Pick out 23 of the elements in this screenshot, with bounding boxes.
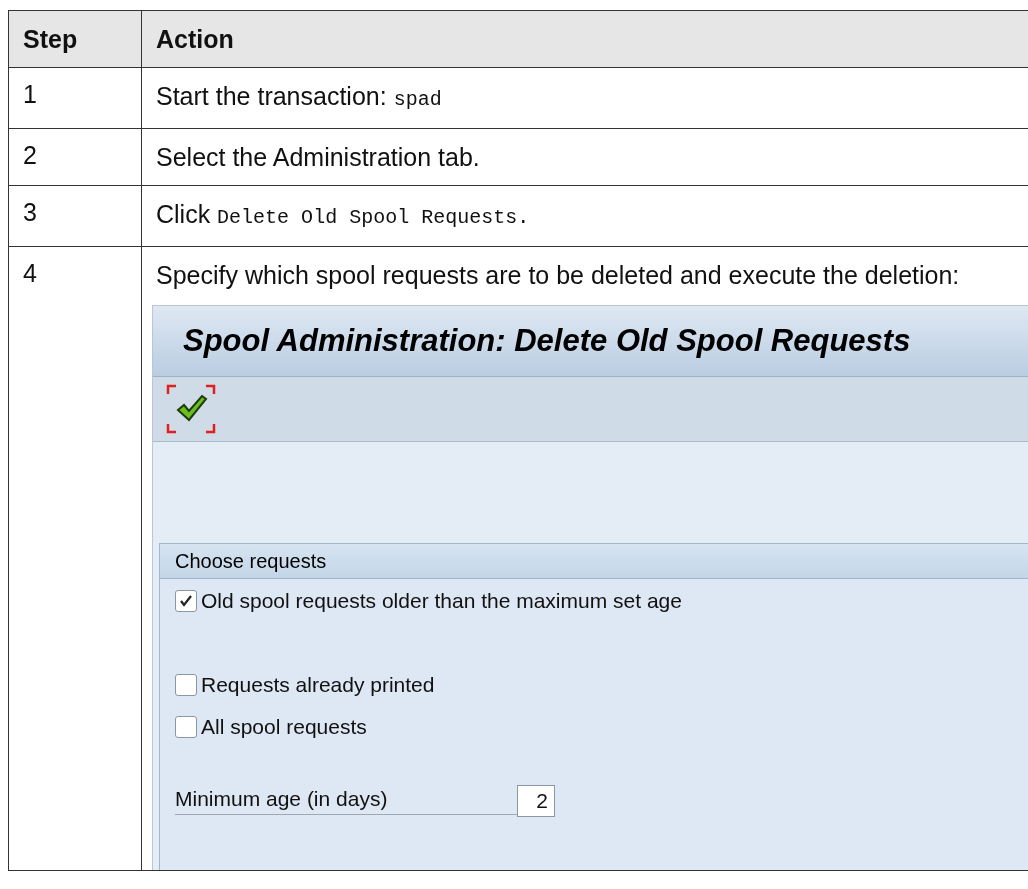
step-number: 3 — [23, 198, 37, 226]
check-icon — [179, 594, 193, 608]
column-header: Action — [156, 24, 234, 53]
step-instruction: Select the Administration tab. — [156, 142, 481, 173]
execute-button[interactable] — [166, 384, 216, 434]
step-number: 1 — [23, 80, 37, 108]
step-number: 2 — [23, 141, 37, 169]
screen-title: Spool Administration: Delete Old Spool Requests — [183, 323, 911, 359]
group-title: Choose requests — [175, 549, 327, 573]
checkmark-icon — [166, 384, 216, 434]
checkbox[interactable] — [175, 674, 197, 696]
step-instruction: Start the transaction: spad — [156, 81, 443, 113]
field-label: Minimum age (in days) — [175, 787, 517, 815]
step-instruction: Specify which spool requests are to be deleted and execute the deletion: — [156, 260, 961, 291]
option-label: All spool requests — [201, 715, 367, 739]
checkbox[interactable] — [175, 716, 197, 738]
column-header: Step — [23, 24, 78, 53]
minimum-age-field[interactable]: 2 — [517, 785, 555, 817]
option-label: Requests already printed — [201, 673, 435, 697]
step-number: 4 — [23, 259, 37, 287]
checkbox[interactable] — [175, 590, 197, 612]
option-label: Old spool requests older than the maximum set age — [201, 589, 682, 613]
step-instruction: Click Delete Old Spool Requests. — [156, 199, 531, 231]
